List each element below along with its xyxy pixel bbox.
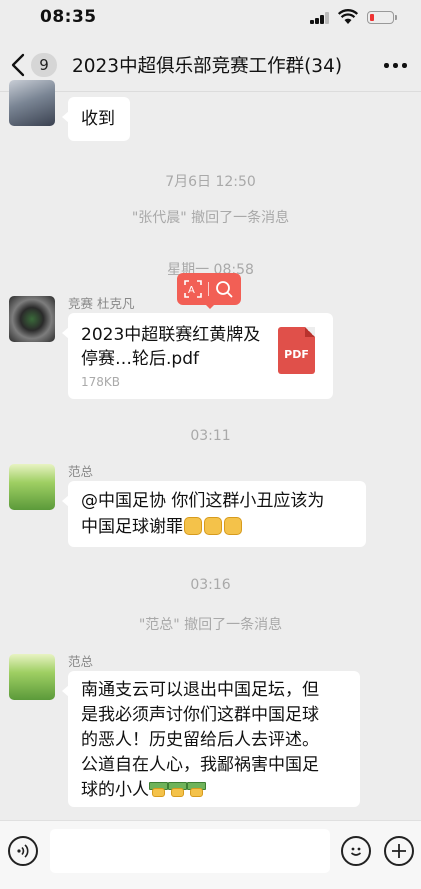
pdf-file-icon: PDF bbox=[278, 327, 315, 374]
sender-name: 范总 bbox=[68, 654, 94, 669]
search-icon[interactable] bbox=[215, 280, 233, 298]
emoji-icon[interactable] bbox=[341, 836, 371, 866]
recall-notice: "张代晨" 撤回了一条消息 bbox=[131, 210, 290, 226]
plus-icon[interactable] bbox=[384, 836, 414, 866]
message-bubble[interactable]: 收到 bbox=[62, 97, 130, 141]
message-text: 中国足球谢罪 bbox=[81, 517, 183, 537]
thumbs-down-money-emoji-icon bbox=[149, 782, 168, 797]
thumbs-down-money-emoji-icon bbox=[187, 782, 206, 797]
thumbs-down-money-emoji-icon bbox=[168, 782, 187, 797]
message-text-line: 是我必须声讨你们这群中国足球 bbox=[81, 705, 319, 725]
pdf-label: PDF bbox=[284, 348, 309, 361]
recall-notice: "范总" 撤回了一条消息 bbox=[138, 617, 283, 633]
message-text-line: 中国足球谢罪 bbox=[81, 514, 366, 540]
sender-name: 范总 bbox=[68, 464, 94, 479]
clap-emoji-icon bbox=[184, 517, 202, 535]
message-text-line: @中国足协 你们这群小丑应该为 bbox=[81, 491, 325, 511]
message-bubble[interactable]: 南通支云可以退出中国足坛，但 是我必须声讨你们这群中国足球 的恶人！历史留给后人… bbox=[62, 671, 360, 807]
voice-icon[interactable] bbox=[8, 836, 38, 866]
message-text-line: 的恶人！历史留给后人去评述。 bbox=[81, 730, 319, 750]
message-input[interactable] bbox=[50, 829, 330, 873]
status-bar: 08:35 bbox=[0, 0, 421, 38]
chat-title: 2023中超俱乐部竞赛工作群(34) bbox=[72, 56, 343, 77]
input-bar bbox=[0, 820, 421, 889]
message-text: 收到 bbox=[81, 109, 115, 129]
file-name: 2023中超联赛红黄牌及停赛…轮后.pdf bbox=[81, 325, 261, 369]
timestamp: 7月6日 12:50 bbox=[165, 174, 256, 190]
timestamp: 03:16 bbox=[190, 577, 231, 593]
avatar[interactable] bbox=[9, 464, 55, 510]
message-text-line: 球的小人 bbox=[81, 778, 360, 803]
avatar[interactable] bbox=[9, 654, 55, 700]
status-time: 08:35 bbox=[40, 7, 97, 27]
avatar[interactable] bbox=[9, 296, 55, 342]
svg-text:A: A bbox=[188, 285, 195, 296]
clap-emoji-icon bbox=[224, 517, 242, 535]
sender-name: 竞赛 杜克凡 bbox=[68, 296, 135, 311]
text-recognize-icon[interactable]: A bbox=[184, 280, 202, 298]
more-dots-icon[interactable] bbox=[383, 55, 407, 75]
wifi-icon bbox=[338, 9, 358, 24]
message-text-line: 南通支云可以退出中国足坛，但 bbox=[81, 680, 319, 700]
chat-header: 9 2023中超俱乐部竞赛工作群(34) bbox=[0, 38, 421, 92]
toolbar-divider bbox=[208, 282, 209, 296]
signal-icon bbox=[310, 12, 332, 24]
file-message[interactable]: 2023中超联赛红黄牌及停赛…轮后.pdf 178KB PDF bbox=[62, 313, 333, 399]
selection-toolbar: A bbox=[177, 273, 241, 309]
battery-tip bbox=[395, 15, 397, 20]
message-text-line: 公道自在人心，我鄙祸害中国足 bbox=[81, 755, 319, 775]
clap-emoji-icon bbox=[204, 517, 222, 535]
message-bubble[interactable]: @中国足协 你们这群小丑应该为 中国足球谢罪 bbox=[62, 481, 366, 547]
message-text: 球的小人 bbox=[81, 780, 149, 800]
timestamp: 03:11 bbox=[190, 428, 231, 444]
chevron-left-icon[interactable] bbox=[8, 52, 30, 78]
avatar[interactable] bbox=[9, 80, 55, 126]
file-size: 178KB bbox=[81, 375, 121, 389]
battery-icon bbox=[367, 11, 394, 24]
unread-badge[interactable]: 9 bbox=[31, 53, 57, 77]
